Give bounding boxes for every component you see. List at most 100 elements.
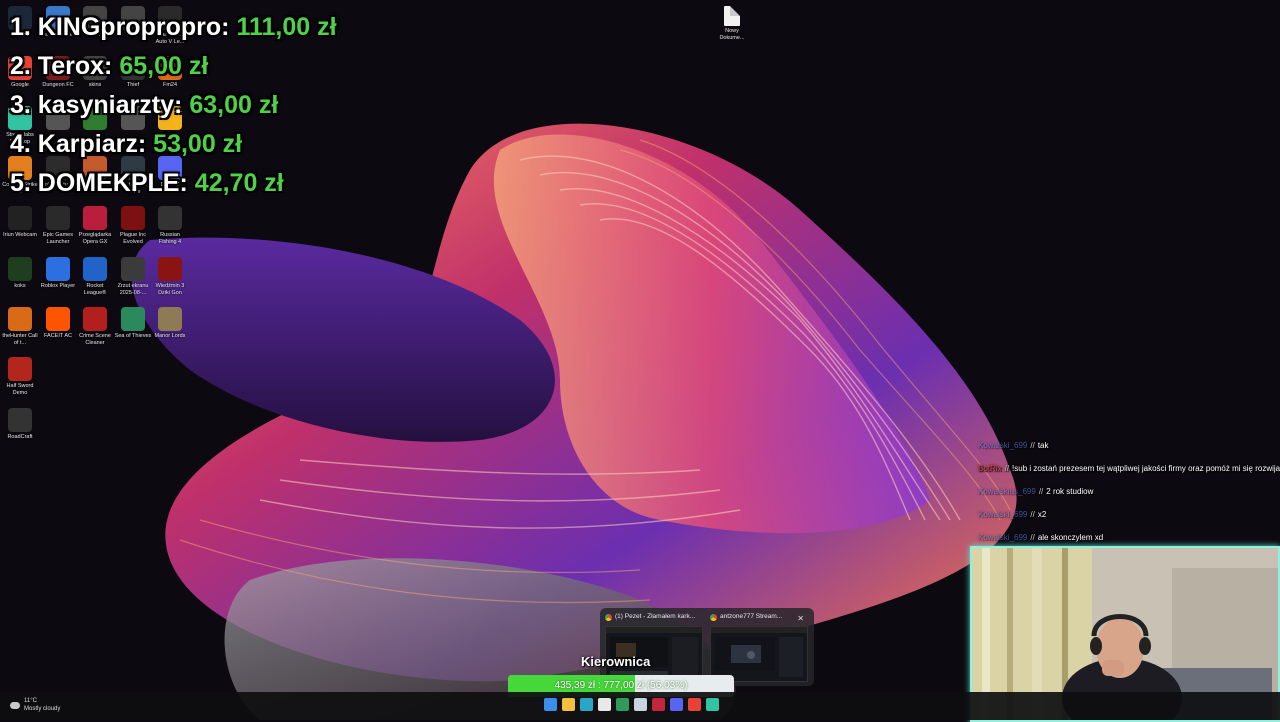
chat-username: Kowalskius_699	[978, 487, 1036, 496]
window-preview-card[interactable]: antzone777 Stream... ✕	[708, 612, 808, 682]
donation-leaderboard: 1. KINGpropropro: 111,00 zł 2. Terox: 65,00…	[10, 8, 337, 203]
desktop-shortcut[interactable]: Sea of Thieves	[114, 307, 152, 340]
hunter-icon	[8, 307, 32, 331]
desktop-icon-label: Wiedźmin 3 Dziki Gon	[155, 283, 185, 296]
chat-separator: //	[1030, 510, 1035, 519]
desktop-icon-label: Zrzut ekranu 2025-08-...	[117, 283, 149, 296]
window-preview-thumbnail	[710, 626, 808, 682]
cloud-icon	[10, 701, 20, 709]
desktop-shortcut[interactable]: Roblox Player	[39, 257, 77, 290]
desktop-icon-label: Plague Inc Evolved	[120, 232, 146, 245]
fishing-icon	[158, 206, 182, 230]
desktop-shortcut[interactable]: RoadCraft	[1, 408, 39, 441]
file-explorer-icon[interactable]	[562, 698, 575, 711]
epic-games-icon	[46, 206, 70, 230]
streamlabs-icon[interactable]	[706, 698, 719, 711]
chat-text: tak	[1037, 441, 1049, 450]
leaderboard-amount: 63,00 zł	[189, 91, 279, 119]
chat-message: BotRix//!sub i zostań prezesem tej wątpl…	[978, 457, 1280, 480]
chrome-icon	[710, 614, 717, 621]
chat-message: Kowalski_699//x2	[978, 503, 1268, 526]
donation-goal-title: Kierownica	[581, 654, 651, 669]
desktop-shortcut[interactable]: theHunter Call of t...	[1, 307, 39, 347]
faceit-icon	[46, 307, 70, 331]
leaderboard-name: 5. DOMEKPLE:	[10, 169, 188, 197]
store-icon[interactable]	[598, 698, 611, 711]
stream-chat-overlay: Kowalski_699//tak BotRix//!sub i zostań p…	[978, 434, 1280, 549]
desktop-shortcut[interactable]: Plague Inc Evolved	[114, 206, 152, 246]
weather-temperature: 11°C	[24, 698, 37, 704]
half-sword-icon	[8, 357, 32, 381]
weather-widget[interactable]: 11°C Mostly cloudy	[10, 697, 60, 713]
desktop-icon-label: Half Sword Demo	[6, 383, 34, 396]
window-preview-title: antzone777 Stream...	[708, 612, 808, 622]
windows-start-icon[interactable]	[544, 698, 557, 711]
chat-text: !sub i zostań prezesem tej wątpliwej jak…	[1012, 464, 1280, 473]
file-icon	[8, 257, 32, 281]
manor-lords-icon	[158, 307, 182, 331]
chat-message: Kowalskius_699//2 rok studiow	[978, 480, 1268, 503]
desktop-shortcut[interactable]: FACEIT AC	[39, 307, 77, 340]
leaderboard-row: 1. KINGpropropro: 111,00 zł	[10, 8, 337, 47]
leaderboard-row: 4. Karpiarz: 53,00 zł	[10, 125, 337, 164]
desktop-icon-label: Manor Lords	[154, 333, 186, 339]
desktop-icon-label: Sea of Thieves	[114, 333, 152, 339]
desktop-document-shortcut[interactable]: Nowy Dokume...	[716, 6, 748, 42]
chat-separator: //	[1038, 487, 1044, 496]
chat-text: ale skonczylem xd	[1037, 533, 1104, 542]
close-icon[interactable]: ✕	[797, 614, 804, 623]
desktop-shortcut[interactable]: Przeglądarka Opera GX	[76, 206, 114, 246]
desktop-icon-label: Przeglądarka Opera GX	[78, 232, 112, 245]
taskbar: 11°C Mostly cloudy	[0, 692, 1280, 720]
preview-title-text: (1) Pezet - Złamałem kark...	[615, 613, 696, 620]
witcher-icon	[158, 257, 182, 281]
roblox-icon	[46, 257, 70, 281]
chat-separator: //	[1030, 441, 1035, 450]
weather-text: 11°C Mostly cloudy	[24, 697, 60, 713]
window-preview-card[interactable]: (1) Pezet - Złamałem kark...	[603, 612, 703, 682]
screenshot-icon	[121, 257, 145, 281]
desktop-icon-label: Iriun Webcam	[3, 232, 37, 238]
opera-gx-icon[interactable]	[652, 698, 665, 711]
chat-username: Kowalski_699	[978, 533, 1028, 542]
desktop-shortcut[interactable]: Manor Lords	[151, 307, 189, 340]
desktop-shortcut[interactable]: Zrzut ekranu 2025-08-...	[114, 257, 152, 297]
leaderboard-row: 3. kasyniarzty: 63,00 zł	[10, 86, 337, 125]
chat-text: 2 rok studiow	[1046, 487, 1094, 496]
desktop-icon-label: FACEIT AC	[43, 333, 73, 339]
rocket-league-icon	[83, 257, 107, 281]
edge-icon[interactable]	[580, 698, 593, 711]
chat-username: Kowalski_699	[978, 510, 1028, 519]
leaderboard-amount: 111,00 zł	[236, 13, 337, 41]
leaderboard-row: 2. Terox: 65,00 zł	[10, 47, 337, 86]
desktop-shortcut[interactable]: Wiedźmin 3 Dziki Gon	[151, 257, 189, 297]
desktop-icon-label: Crime Scene Cleaner	[79, 333, 111, 346]
desktop-shortcut[interactable]: Iriun Webcam	[1, 206, 39, 239]
steam-icon[interactable]	[634, 698, 647, 711]
window-preview-title: (1) Pezet - Złamałem kark...	[603, 612, 703, 622]
desktop-shortcut[interactable]: Rocket League®	[76, 257, 114, 297]
desktop-shortcut[interactable]: Half Sword Demo	[1, 357, 39, 397]
document-icon	[724, 6, 740, 26]
leaderboard-amount: 53,00 zł	[153, 130, 243, 158]
app-icon[interactable]	[616, 698, 629, 711]
chrome-icon	[605, 614, 612, 621]
desktop-shortcut[interactable]: koks	[1, 257, 39, 290]
desktop-icon-label: koks	[14, 283, 26, 289]
desktop-icon-label: Roblox Player	[40, 283, 76, 289]
leaderboard-amount: 42,70 zł	[194, 169, 284, 197]
chat-username: Kowalski_699	[978, 441, 1028, 450]
desktop-icon-label: Russian Fishing 4	[158, 232, 182, 245]
chat-username: BotRix	[978, 464, 1002, 473]
discord-icon[interactable]	[670, 698, 683, 711]
desktop-shortcut[interactable]: Crime Scene Cleaner	[76, 307, 114, 347]
desktop-shortcut[interactable]: Russian Fishing 4	[151, 206, 189, 246]
desktop-icon-label: Epic Games Launcher	[43, 232, 73, 245]
desktop-icon-label: RoadCraft	[7, 434, 33, 440]
chat-separator: //	[1004, 464, 1010, 473]
desktop-shortcut[interactable]: Epic Games Launcher	[39, 206, 77, 246]
chrome-icon[interactable]	[688, 698, 701, 711]
leaderboard-name: 2. Terox:	[10, 52, 113, 80]
chat-text: x2	[1037, 510, 1047, 519]
sea-of-thieves-icon	[121, 307, 145, 331]
